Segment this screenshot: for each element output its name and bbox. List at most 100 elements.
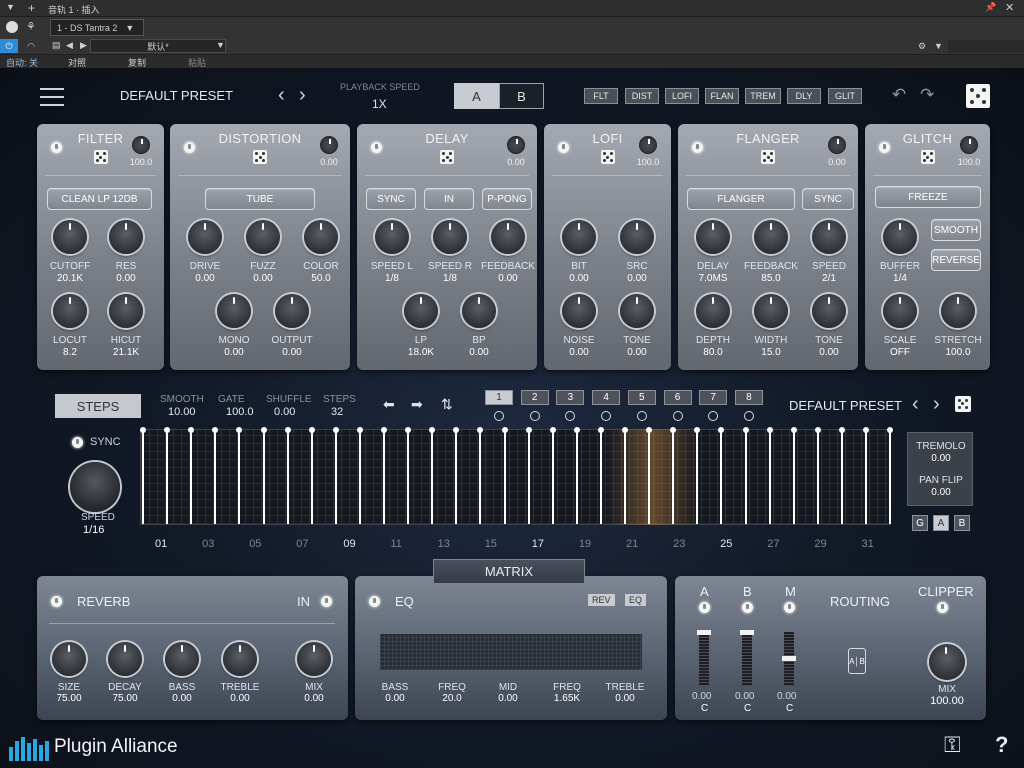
preset-chevron-icon[interactable]: ▼ <box>216 40 225 50</box>
sequencer-page-button[interactable]: 1 <box>485 390 513 405</box>
flanger-power-icon[interactable] <box>692 142 703 153</box>
delay-feedback-knob[interactable] <box>491 220 525 254</box>
ab-b-button[interactable]: B <box>499 83 544 109</box>
reverb-bass-knob[interactable] <box>165 642 199 676</box>
step-bar[interactable] <box>455 432 458 524</box>
step-bar[interactable] <box>262 432 265 524</box>
reverb-treble-knob[interactable] <box>223 642 257 676</box>
sequencer-dice-icon[interactable] <box>955 396 971 412</box>
page-indicator-icon[interactable] <box>672 411 683 421</box>
glitch-freeze-button[interactable]: FREEZE <box>875 186 981 208</box>
reverb-decay-knob[interactable] <box>108 642 142 676</box>
step-handle[interactable] <box>742 427 749 433</box>
flanger-mix-knob[interactable] <box>828 136 846 154</box>
step-bar[interactable] <box>865 432 867 524</box>
filter-power-icon[interactable] <box>51 142 62 153</box>
distortion-mix-knob[interactable] <box>320 136 338 154</box>
step-bar[interactable] <box>310 432 313 524</box>
step-grid[interactable] <box>140 429 891 525</box>
glitch-stretch-knob[interactable] <box>941 294 975 328</box>
step-handle[interactable] <box>597 427 604 433</box>
routing-mix-knob[interactable] <box>929 644 965 680</box>
distortion-mono-knob[interactable] <box>217 294 251 328</box>
flanger-width-knob[interactable] <box>754 294 788 328</box>
delay-mix-knob[interactable] <box>507 136 525 154</box>
eq-rev-button[interactable]: REV <box>588 594 615 606</box>
step-bar[interactable] <box>479 432 482 524</box>
step-bar[interactable] <box>190 432 193 524</box>
fx-button-dly[interactable]: DLY <box>787 88 821 104</box>
next-preset-icon[interactable]: › <box>299 84 306 107</box>
reverb-size-knob[interactable] <box>52 642 86 676</box>
step-bar[interactable] <box>840 432 843 524</box>
clipper-power-icon[interactable] <box>937 602 948 613</box>
page-indicator-icon[interactable] <box>743 411 754 421</box>
filter-res-knob[interactable] <box>109 220 143 254</box>
page-indicator-icon[interactable] <box>636 411 647 421</box>
routing-ab-icon[interactable]: A│B <box>848 648 866 674</box>
step-bar[interactable] <box>551 432 554 524</box>
step-bar[interactable] <box>624 432 626 524</box>
lofi-dice-icon[interactable] <box>600 150 615 164</box>
gear-chevron-icon[interactable]: ▼ <box>934 41 943 51</box>
sequencer-page-button[interactable]: 7 <box>699 390 728 405</box>
fx-button-flt[interactable]: FLT <box>584 88 618 104</box>
seq-param-value[interactable]: 10.00 <box>168 406 196 418</box>
preset-name[interactable]: DEFAULT PRESET <box>120 88 233 103</box>
filter-cutoff-knob[interactable] <box>53 220 87 254</box>
step-handle[interactable] <box>863 427 869 433</box>
glitch-buffer-knob[interactable] <box>883 220 917 254</box>
randomize-all-dice-icon[interactable] <box>966 84 990 108</box>
glitch-mix-knob[interactable] <box>960 136 978 154</box>
step-bar[interactable] <box>889 432 892 524</box>
fx-button-glit[interactable]: GLIT <box>828 88 862 104</box>
channel-fader[interactable] <box>742 632 752 686</box>
seq-param-value[interactable]: 32 <box>331 406 343 418</box>
sequencer-page-button[interactable]: 5 <box>627 390 656 405</box>
sequencer-preset-name[interactable]: DEFAULT PRESET <box>789 398 902 413</box>
sequencer-prev-icon[interactable]: ‹ <box>912 393 919 416</box>
fx-button-dist[interactable]: DIST <box>625 88 659 104</box>
prev-preset-icon[interactable]: ◀ <box>66 40 73 51</box>
help-icon[interactable]: ? <box>995 732 1008 758</box>
flanger-sync-button[interactable]: SYNC <box>802 188 854 210</box>
step-bar[interactable] <box>358 432 361 524</box>
page-indicator-icon[interactable] <box>565 411 576 421</box>
step-bar[interactable] <box>672 432 675 524</box>
reverb-in-power-icon[interactable] <box>321 596 332 607</box>
fx-button-lofi[interactable]: LOFI <box>665 88 699 104</box>
step-handle[interactable] <box>501 427 508 433</box>
step-bar[interactable] <box>696 432 699 524</box>
sequencer-next-icon[interactable]: › <box>933 393 940 416</box>
preset-menu-icon[interactable]: ▤ <box>52 40 61 51</box>
seq-param-value[interactable]: 0.00 <box>274 406 295 418</box>
distortion-tube-button[interactable]: TUBE <box>205 188 315 210</box>
filter-hicut-knob[interactable] <box>109 294 143 328</box>
close-icon[interactable]: ✕ <box>1005 1 1014 14</box>
flanger-speed-knob[interactable] <box>812 220 846 254</box>
glitch-dice-icon[interactable] <box>920 150 935 164</box>
prev-preset-icon[interactable]: ‹ <box>278 84 285 107</box>
delay-sync-button[interactable]: SYNC <box>366 188 416 210</box>
delay-speed-r-knob[interactable] <box>433 220 467 254</box>
gear-icon[interactable]: ⚙ <box>918 41 926 52</box>
distortion-fuzz-knob[interactable] <box>246 220 280 254</box>
bypass-icon[interactable]: ⏻ <box>0 39 18 53</box>
step-bar[interactable] <box>648 432 651 524</box>
fader-cap[interactable] <box>782 656 796 661</box>
glitch-reverse-button[interactable]: REVERSE <box>931 249 981 271</box>
matrix-button[interactable]: MATRIX <box>433 559 585 584</box>
page-indicator-icon[interactable] <box>708 411 719 421</box>
lofi-src-knob[interactable] <box>620 220 654 254</box>
glitch-smooth-button[interactable]: SMOOTH <box>931 219 981 241</box>
hamburger-menu-icon[interactable] <box>40 88 64 106</box>
distortion-output-knob[interactable] <box>275 294 309 328</box>
sequencer-page-button[interactable]: 2 <box>520 390 549 405</box>
step-bar[interactable] <box>816 432 819 524</box>
step-bar[interactable] <box>214 432 217 524</box>
step-bar[interactable] <box>744 432 747 524</box>
eq-param-value[interactable]: 0.00 <box>590 693 660 704</box>
distortion-dice-icon[interactable] <box>253 150 267 164</box>
step-bar[interactable] <box>575 432 578 524</box>
step-bar[interactable] <box>503 432 506 524</box>
